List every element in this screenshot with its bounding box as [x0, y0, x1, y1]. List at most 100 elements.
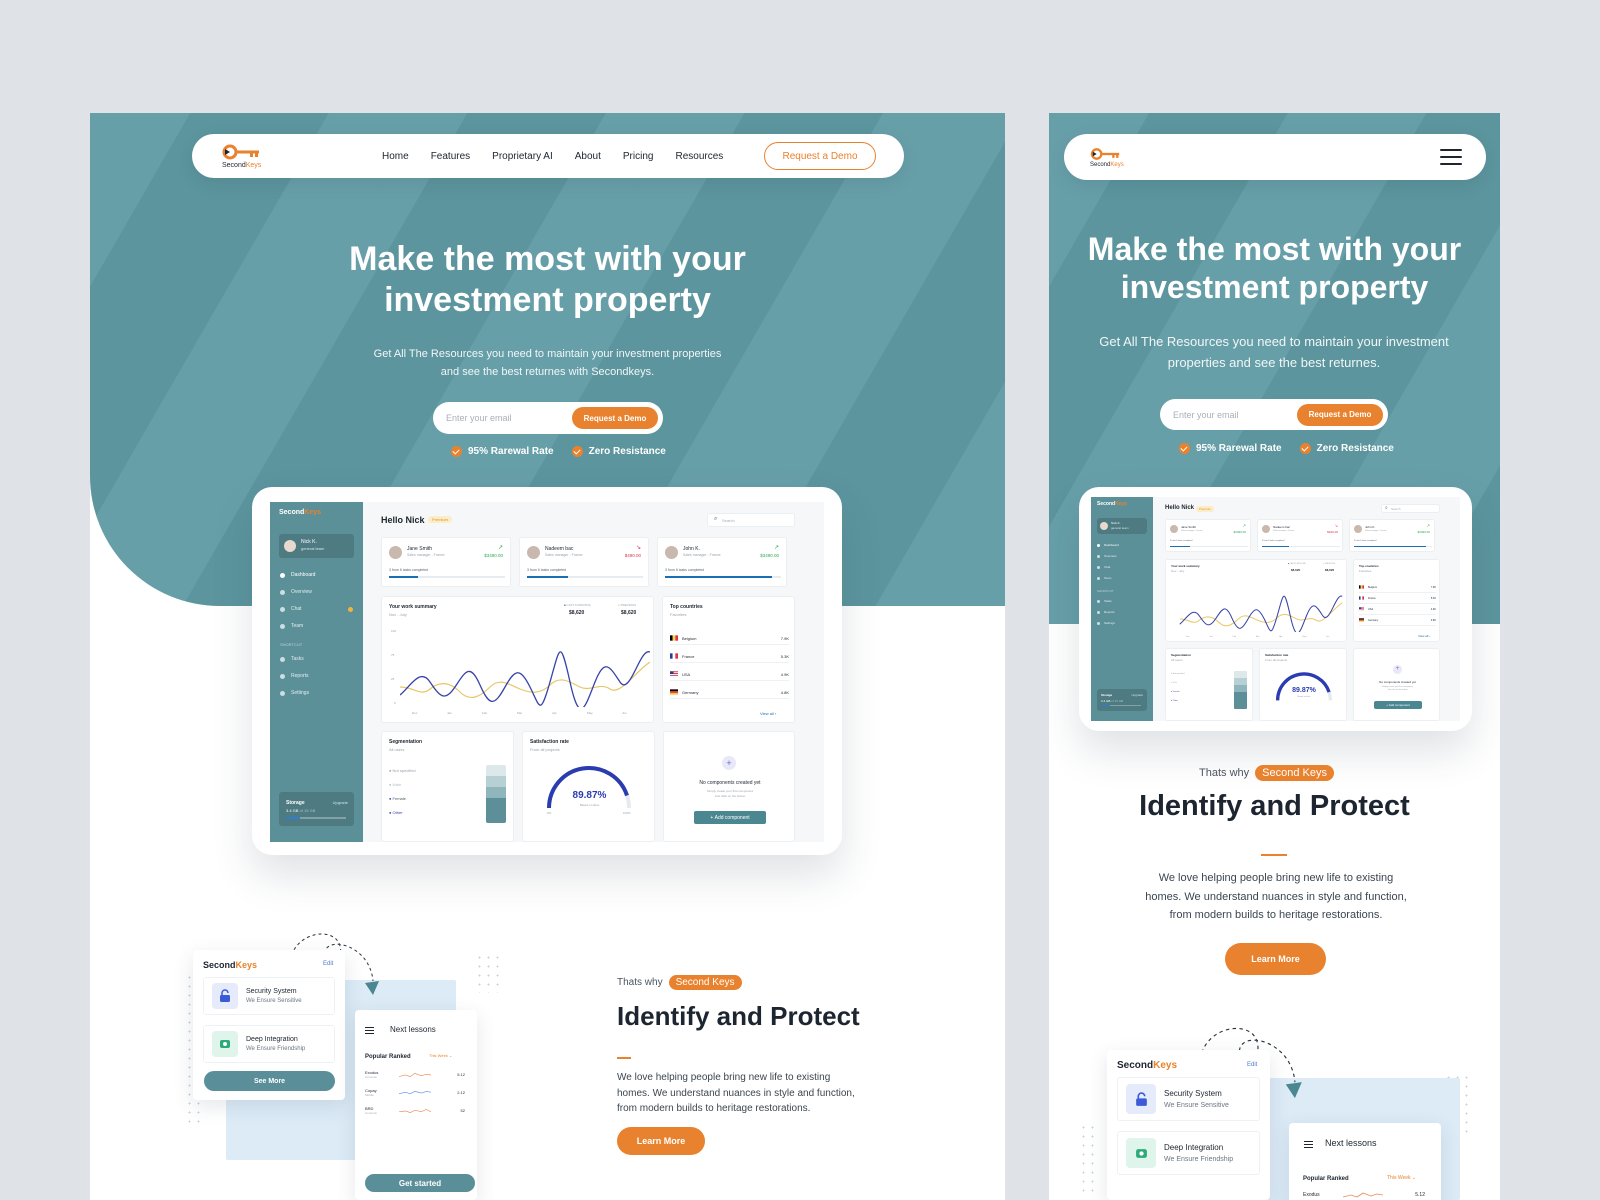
menu-icon[interactable] [1304, 1141, 1313, 1150]
person-card[interactable]: Jane Smith Sales manager - France ↗ $3490.0… [1165, 519, 1251, 552]
plus-icon[interactable]: + [1393, 665, 1402, 674]
hero-subtitle-line-2: properties and see the best returnes. [1167, 355, 1381, 371]
person-card[interactable]: John K. Sales manager - France ↗ $3490.00 3 … [1349, 519, 1435, 552]
sidebar-item-tasks[interactable]: Tasks [280, 656, 304, 662]
sidebar-item-chat[interactable]: Chat [1097, 565, 1110, 569]
learn-more-button[interactable]: Learn More [617, 1127, 705, 1155]
country-row[interactable]: Belgium 7.9K [670, 635, 789, 645]
menu-icon[interactable] [365, 1027, 374, 1036]
storage-card: Storage Upgrade 3.4 GB of 15 GB [279, 792, 354, 826]
sidebar-item-dashboard[interactable]: Dashboard [280, 572, 315, 578]
sidebar-item-chat[interactable]: Chat [280, 606, 302, 612]
storage-label: Storage [1101, 693, 1113, 697]
get-started-button[interactable]: Get started [365, 1174, 475, 1192]
person-tasks: 3 from 6 tasks completed [1170, 540, 1193, 542]
value-last-6: $8,620 [1291, 568, 1301, 572]
person-card[interactable]: Jane Smith Sales manager - France ↗ $3490.0… [381, 537, 511, 587]
seg-item: ● Male [389, 782, 402, 787]
desktop-page: SecondKeys Home Features Proprietary AI … [90, 113, 1005, 1200]
edit-link[interactable]: Edit [1247, 1062, 1257, 1068]
sidebar-item-overview[interactable]: Overview [280, 589, 312, 595]
country-row[interactable]: France 5.3K [670, 653, 789, 663]
logo[interactable]: SecondKeys [222, 143, 282, 169]
avatar [1354, 525, 1362, 533]
chat-badge [348, 607, 353, 612]
country-row[interactable]: USA 4.9K [670, 671, 789, 681]
this-week-filter[interactable]: This Week ⌄ [429, 1053, 452, 1058]
nav-proprietary-ai[interactable]: Proprietary AI [492, 151, 553, 162]
dashboard-icon [280, 572, 285, 578]
sidebar-item-tasks[interactable]: Tasks [1097, 599, 1112, 603]
add-component-button[interactable]: + Add component [1374, 701, 1422, 709]
sidebar-item-overview[interactable]: Overview [1097, 554, 1117, 558]
person-card[interactable]: Nadeem bac Sales manager - France ↘ $490.00… [1257, 519, 1343, 552]
person-name: Jane Smith [407, 546, 433, 552]
lesson-row[interactable]: Copay Mobile 2.12 [365, 1088, 465, 1097]
email-request-demo-button[interactable]: Request a Demo [1297, 403, 1383, 426]
add-component-button[interactable]: + Add component [694, 811, 766, 824]
feature-integration[interactable]: Deep Integration We Ensure Friendship [1117, 1131, 1260, 1175]
email-request-demo-button[interactable]: Request a Demo [572, 407, 658, 429]
sidebar-item-team[interactable]: Team [1097, 576, 1111, 580]
person-amount: $490.00 [1327, 530, 1338, 534]
sidebar-item-reports[interactable]: Reports [280, 673, 309, 679]
nav-about[interactable]: About [575, 151, 601, 162]
team-icon [280, 623, 285, 629]
nav-pricing[interactable]: Pricing [623, 151, 654, 162]
nav-home[interactable]: Home [382, 151, 409, 162]
email-input[interactable]: Enter your email [1173, 410, 1297, 420]
lesson-row[interactable]: BRD Common 52 [365, 1106, 465, 1115]
feature-integration[interactable]: Deep Integration We Ensure Friendship [203, 1025, 335, 1063]
feature-security[interactable]: Security System We Ensure Sensitive [1117, 1077, 1260, 1121]
view-all-link[interactable]: View all › [760, 711, 776, 716]
usa-flag-icon [1359, 607, 1364, 611]
dashboard-search[interactable]: ⌕ Search [1381, 504, 1440, 513]
title-underline [1261, 854, 1287, 856]
nav-features[interactable]: Features [431, 151, 470, 162]
sidebar-item-dashboard[interactable]: Dashboard [1097, 543, 1119, 547]
lesson-row[interactable]: Exodus Common 5.12 [365, 1070, 465, 1079]
country-row[interactable]: Belgium 7.9K [1359, 585, 1436, 593]
sidebar-item-reports[interactable]: Reports [1097, 610, 1115, 614]
feature-title: Security System [1164, 1089, 1222, 1098]
dashboard-user[interactable]: Nick K. general team [279, 534, 354, 558]
view-all-link[interactable]: View all › [1418, 634, 1430, 638]
logo-text: SecondKeys [1090, 161, 1124, 168]
value-previous: $8,620 [621, 610, 637, 616]
thats-why: Thats why Second Keys [617, 975, 742, 990]
country-row[interactable]: Germany 4.8K [670, 689, 789, 699]
feature-security[interactable]: Security System We Ensure Sensitive [203, 977, 335, 1015]
lessons-card: Next lessons Popular Ranked This Week ⌄ … [355, 1010, 477, 1200]
storage-upgrade[interactable]: Upgrade [1131, 693, 1143, 697]
email-input[interactable]: Enter your email [446, 413, 572, 423]
plus-icon[interactable]: + [722, 756, 736, 770]
sidebar-item-settings[interactable]: Settings [1097, 621, 1115, 625]
check-icon [451, 446, 462, 457]
this-week-filter[interactable]: This Week ⌄ [1387, 1175, 1416, 1181]
person-card[interactable]: John K. Sales manager - France ↗ $3490.00 3 … [657, 537, 787, 587]
country-row[interactable]: USA 4.9K [1359, 607, 1436, 615]
see-more-button[interactable]: See More [204, 1071, 335, 1091]
dashboard-user[interactable]: Nick K. general team [1097, 518, 1147, 534]
dashboard-sidebar: SecondKeys Nick K. general team Dashboar… [1091, 497, 1153, 721]
storage-card: Storage Upgrade 3.4 GB of 15 GB [1097, 689, 1147, 711]
hero-title: Make the most with your investment prope… [1049, 230, 1500, 307]
x-tick: Jan [447, 711, 452, 715]
country-row[interactable]: France 5.3K [1359, 596, 1436, 604]
nav-resources[interactable]: Resources [675, 151, 723, 162]
edit-link[interactable]: Edit [323, 961, 333, 967]
logo[interactable]: SecondKeys [1090, 147, 1150, 168]
country-row[interactable]: Germany 4.8K [1359, 618, 1436, 626]
person-card[interactable]: Nadeem bac Sales manager - France ↘ $490.00… [519, 537, 649, 587]
lesson-row[interactable]: Exodus 5.12 [1303, 1191, 1425, 1199]
storage-upgrade[interactable]: Upgrade [333, 800, 348, 805]
top-countries-card: Top countries Favorites View all › Belgi… [662, 596, 795, 723]
hamburger-menu-icon[interactable] [1440, 149, 1462, 165]
search-icon: ⌕ [1385, 505, 1388, 511]
learn-more-button[interactable]: Learn More [1225, 943, 1326, 975]
dashboard-search[interactable]: ⌕ Search [707, 513, 795, 527]
sidebar-item-team[interactable]: Team [280, 623, 303, 629]
request-demo-button[interactable]: Request a Demo [764, 142, 876, 170]
check-renewal-label: 95% Rarewal Rate [468, 446, 554, 457]
sidebar-item-settings[interactable]: Settings [280, 690, 309, 696]
